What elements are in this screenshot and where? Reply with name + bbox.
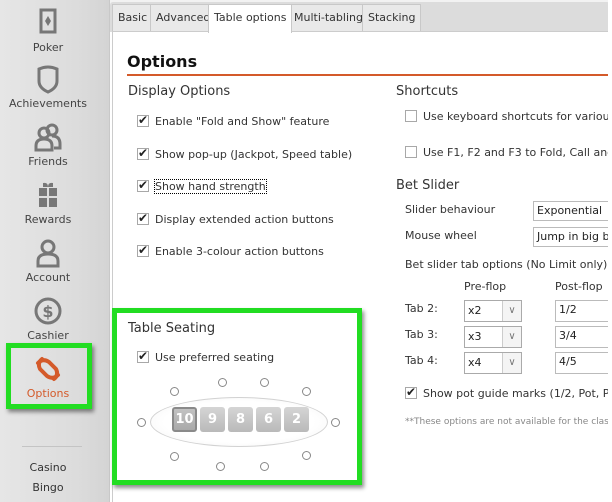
checkbox-label: Enable "Fold and Show" feature <box>155 115 330 128</box>
chevron-down-icon[interactable]: ∨ <box>502 301 521 321</box>
keyboard-shortcuts-option[interactable]: Use keyboard shortcuts for various actio… <box>405 110 612 126</box>
sidebar-item-cashier[interactable]: $ Cashier <box>0 296 96 342</box>
f-keys-option[interactable]: Use F1, F2 and F3 to Fold, Call and Bet <box>405 146 612 162</box>
three-colour-option[interactable]: Enable 3-colour action buttons <box>137 243 324 261</box>
sidebar-item-label: Account <box>25 271 71 284</box>
tab-advanced[interactable]: Advanced <box>150 4 217 32</box>
checkbox-label: Use keyboard shortcuts for various actio… <box>423 110 612 123</box>
sidebar-item-label: Achievements <box>9 97 87 110</box>
casino-link[interactable]: Casino <box>0 461 96 474</box>
display-options-heading: Display Options <box>128 84 231 99</box>
sidebar-item-poker[interactable]: Poker <box>0 8 96 54</box>
title-divider <box>127 74 608 76</box>
tab-bar: Basic Advanced Table options Multi-tabli… <box>110 0 612 33</box>
tab2-label: Tab 2: <box>405 302 438 315</box>
hand-strength-option[interactable]: Show hand strength <box>137 178 267 196</box>
f-keys-checkbox[interactable] <box>405 146 417 158</box>
checkbox-label: Show hand strength <box>154 179 267 194</box>
checkbox-label: Show pop-up (Jackpot, Speed table) <box>155 148 353 161</box>
extended-buttons-checkbox[interactable] <box>137 211 149 225</box>
checkbox-label: Use F1, F2 and F3 to Fold, Call and Bet <box>423 146 612 159</box>
sidebar-divider <box>22 446 82 447</box>
tab2-preflop-select[interactable]: x2 ∨ <box>464 300 522 322</box>
sidebar-item-label: Cashier <box>27 329 69 342</box>
classic-table-note: **These options are not available for th… <box>405 417 612 427</box>
show-popup-option[interactable]: Show pop-up (Jackpot, Speed table) <box>137 146 353 164</box>
show-popup-checkbox[interactable] <box>137 146 149 160</box>
sidebar-item-label: Poker <box>32 41 64 54</box>
slider-behaviour-select[interactable]: Exponential <box>533 201 612 221</box>
select-value: x3 <box>468 330 482 343</box>
slider-behaviour-label: Slider behaviour <box>405 203 496 216</box>
svg-text:$: $ <box>42 302 53 321</box>
tab-options-label: Bet slider tab options (No Limit only) <box>405 258 608 271</box>
user-icon <box>36 239 60 268</box>
page-title: Options <box>127 52 198 71</box>
sidebar-item-friends[interactable]: Friends <box>0 122 96 168</box>
tab-basic[interactable]: Basic <box>112 4 154 32</box>
tab2-postflop-input[interactable]: 1/2 <box>555 300 612 322</box>
tab-table-options[interactable]: Table options <box>208 4 293 33</box>
extended-buttons-option[interactable]: Display extended action buttons <box>137 211 334 229</box>
tab4-label: Tab 4: <box>405 354 438 367</box>
bingo-link[interactable]: Bingo <box>0 481 96 494</box>
sidebar: Poker Achievements Friends Rewards Accou… <box>0 0 110 502</box>
hand-strength-checkbox[interactable] <box>137 178 149 192</box>
sidebar-item-account[interactable]: Account <box>0 238 96 284</box>
sidebar-item-label: Rewards <box>24 213 72 226</box>
preflop-column-header: Pre-flop <box>464 280 507 293</box>
tab3-label: Tab 3: <box>405 328 438 341</box>
tab4-preflop-select[interactable]: x4 ∨ <box>464 352 522 374</box>
checkbox-label: Display extended action buttons <box>155 213 334 226</box>
pot-guide-checkbox[interactable] <box>405 385 417 399</box>
keyboard-shortcuts-checkbox[interactable] <box>405 110 417 122</box>
chevron-down-icon[interactable]: ∨ <box>502 327 521 347</box>
checkbox-label: Show pot guide marks (1/2, Pot, Pot x2) <box>423 387 612 400</box>
edge-mask <box>608 0 612 502</box>
three-colour-checkbox[interactable] <box>137 243 149 257</box>
table-seating-highlight-box <box>112 308 362 485</box>
sidebar-item-achievements[interactable]: Achievements <box>0 64 96 110</box>
tab3-preflop-select[interactable]: x3 ∨ <box>464 326 522 348</box>
sidebar-item-label: Friends <box>28 155 68 168</box>
tab4-postflop-input[interactable]: 4/5 <box>555 352 612 374</box>
checkbox-label: Enable 3-colour action buttons <box>155 245 324 258</box>
select-value: x4 <box>468 356 482 369</box>
bet-slider-heading: Bet Slider <box>396 178 460 193</box>
sidebar-item-rewards[interactable]: Rewards <box>0 180 96 226</box>
mouse-wheel-select[interactable]: Jump in big blinds <box>533 227 612 247</box>
fold-and-show-checkbox[interactable] <box>137 113 149 127</box>
tab-multi-tabling[interactable]: Multi-tabling <box>288 4 369 32</box>
fold-and-show-option[interactable]: Enable "Fold and Show" feature <box>137 113 330 131</box>
mouse-wheel-label: Mouse wheel <box>405 229 477 242</box>
tab3-postflop-input[interactable]: 3/4 <box>555 326 612 348</box>
select-value: x2 <box>468 304 482 317</box>
shield-icon <box>37 65 59 94</box>
options-highlight-box <box>6 343 92 409</box>
dollar-icon: $ <box>34 297 62 325</box>
shortcuts-heading: Shortcuts <box>396 84 459 99</box>
tab-stacking[interactable]: Stacking <box>362 4 422 32</box>
friends-icon <box>34 123 62 152</box>
chevron-down-icon[interactable]: ∨ <box>502 353 521 373</box>
gift-icon <box>39 182 57 207</box>
postflop-column-header: Post-flop <box>555 280 603 293</box>
pot-guide-option[interactable]: Show pot guide marks (1/2, Pot, Pot x2) <box>405 385 612 403</box>
poker-card-icon <box>39 8 57 34</box>
